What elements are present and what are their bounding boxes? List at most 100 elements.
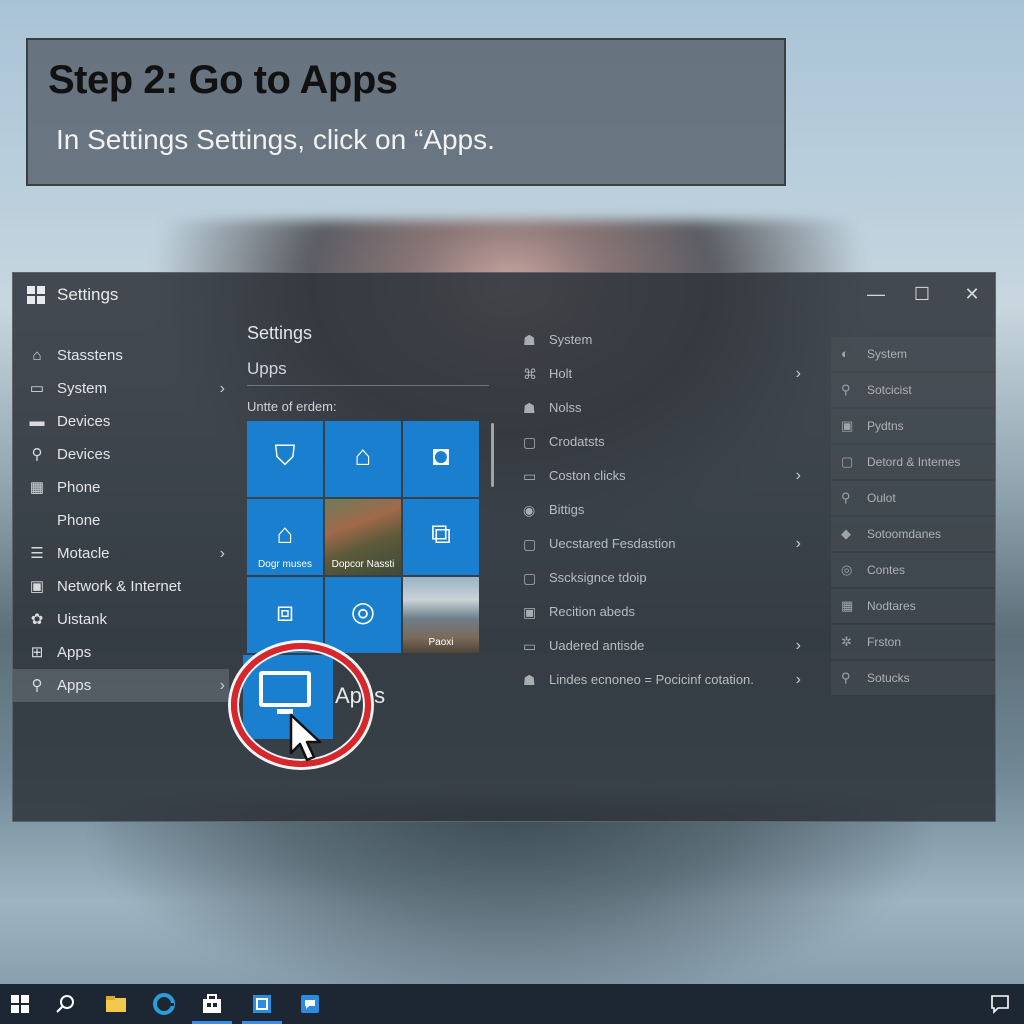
edge-browser-icon[interactable]: [152, 992, 176, 1016]
list-item[interactable]: ▢ Crodatsts: [519, 425, 799, 459]
sidebar-item-label: Apps: [57, 677, 92, 694]
app-tile[interactable]: ◘: [403, 421, 479, 497]
list-item-label: Lindes ecnoneo = Pocicinf cotation.: [549, 672, 754, 687]
sidebar-item-label: System: [57, 380, 108, 397]
start-button-icon[interactable]: [8, 992, 32, 1016]
chevron-right-icon: ›: [795, 637, 801, 654]
list-item-label: Bittigs: [549, 502, 585, 517]
app-tile-photo[interactable]: Dopcor Nassti: [325, 499, 401, 575]
sidebar-item[interactable]: ▬ Devices: [13, 405, 229, 438]
app-tile-photo[interactable]: Paoxi: [403, 577, 479, 653]
home-icon: ⌂: [32, 347, 42, 364]
phone-icon: ▦: [29, 479, 45, 496]
tile-caption: Dogr muses: [258, 559, 312, 570]
app-tile[interactable]: ⧈: [247, 577, 323, 653]
tile-caption: Paoxi: [428, 637, 454, 648]
chevron-right-icon: ›: [219, 380, 225, 397]
file-explorer-icon[interactable]: [104, 992, 128, 1016]
category-item[interactable]: ⚲ Sotucks: [831, 661, 995, 695]
category-label: Sotcicist: [867, 383, 912, 397]
sidebar-item-label: Phone: [57, 479, 101, 496]
monitor-icon: ⧉: [431, 518, 451, 549]
sidebar-item[interactable]: ▦ Phone: [13, 471, 229, 504]
banner-instruction: In Settings Settings, click on “Apps.: [56, 124, 495, 155]
list-item[interactable]: ▢ Sscksignce tdoip: [519, 561, 799, 595]
category-item[interactable]: ▣ Pydtns: [831, 409, 995, 443]
chevron-right-icon: ›: [795, 535, 801, 552]
settings-app-icon[interactable]: [250, 992, 274, 1016]
app-tile[interactable]: ⌂ Dogr muses: [247, 499, 323, 575]
sidebar-item[interactable]: ⊞ Apps: [13, 636, 229, 669]
list-item[interactable]: ☗ System: [519, 323, 799, 357]
notifications-icon[interactable]: [988, 992, 1012, 1016]
list-item-icon: ▭: [523, 468, 537, 484]
category-item[interactable]: ⚲ Sotcicist: [831, 373, 995, 407]
sidebar-item-label: Devices: [57, 413, 111, 430]
category-icon: ✲: [841, 634, 852, 649]
chevron-right-icon: ›: [795, 671, 801, 688]
personalization-icon: ✿: [30, 611, 44, 628]
list-item-label: Crodatsts: [549, 434, 605, 449]
list-item[interactable]: ☗ Lindes ecnoneo = Pocicinf cotation. ›: [519, 663, 801, 697]
list-item[interactable]: ▣ Recition abeds: [519, 595, 799, 629]
sidebar-item-apps-selected[interactable]: ⚲ Apps ›: [13, 669, 229, 702]
settings-list-column: ☗ System ⌘ Holt › ☗ Nolss ▢ Crodatsts ▭ Coston…: [519, 323, 801, 697]
app-tile-grid: ⛉ ⌂ ◘ ⌂ Dogr muses Dopcor Nassti ⧉ ⧈ ◎ Pa…: [247, 421, 483, 653]
app-tile[interactable]: ⧉: [403, 499, 479, 575]
sidebar-item[interactable]: ☰ Motacle ›: [13, 537, 229, 570]
messages-icon[interactable]: [298, 992, 322, 1016]
app-tile[interactable]: ⌂: [325, 421, 401, 497]
category-item[interactable]: ▦ Nodtares: [831, 589, 995, 623]
camera-icon: ◘: [432, 440, 450, 471]
category-icon: ⚲: [841, 490, 851, 505]
sidebar-item[interactable]: ✿ Uistank: [13, 603, 229, 636]
category-label: Nodtares: [867, 599, 916, 613]
sidebar-item[interactable]: ▣ Network & Internet: [13, 570, 229, 603]
sidebar-nav: ⌂ Stasstens ▭ System › ▬ Devices ⚲ Devices ▦ P…: [13, 339, 229, 702]
category-icon: ◎: [841, 562, 853, 577]
sidebar-item[interactable]: ⚲ Devices: [13, 438, 229, 471]
apps-icon: ⊞: [30, 644, 44, 661]
category-item[interactable]: ◐ System: [831, 337, 995, 371]
category-icon: ◐: [841, 346, 849, 361]
taskbar: [0, 984, 1024, 1024]
store-icon[interactable]: [200, 992, 224, 1016]
list-item[interactable]: ▢ Uecstared Fesdastion ›: [519, 527, 801, 561]
list-item[interactable]: ☗ Nolss: [519, 391, 799, 425]
sidebar-item[interactable]: ⌂ Stasstens: [13, 339, 229, 372]
list-item-label: Holt: [549, 366, 573, 381]
tile-caption: Dopcor Nassti: [331, 559, 395, 570]
search-icon[interactable]: [54, 992, 78, 1016]
maximize-button[interactable]: ☐: [907, 281, 937, 307]
close-button[interactable]: ✕: [957, 281, 987, 307]
camera-icon: ◎: [350, 596, 376, 627]
mouse-cursor-icon: [289, 713, 322, 762]
category-icon: ◆: [841, 526, 851, 541]
category-label: Oulot: [867, 491, 896, 505]
category-item[interactable]: ✲ Frston: [831, 625, 995, 659]
app-tile[interactable]: ◎: [325, 577, 401, 653]
divider: [247, 385, 489, 386]
sidebar-item[interactable]: Phone: [13, 504, 229, 537]
list-item[interactable]: ▭ Uadered antisde ›: [519, 629, 801, 663]
list-item[interactable]: ⌘ Holt ›: [519, 357, 801, 391]
sidebar-item-label: Apps: [57, 644, 92, 661]
scrollbar[interactable]: [491, 423, 494, 487]
list-item-icon: ▣: [523, 604, 537, 620]
category-label: Frston: [867, 635, 902, 649]
category-item[interactable]: ◆ Sotoomdanes: [831, 517, 995, 551]
list-item[interactable]: ◉ Bittigs: [519, 493, 799, 527]
list-item-icon: ◉: [523, 502, 536, 518]
list-item[interactable]: ▭ Coston clicks ›: [519, 459, 801, 493]
sidebar-item[interactable]: ▭ System ›: [13, 372, 229, 405]
category-label: Contes: [867, 563, 906, 577]
network-icon: ▣: [29, 578, 45, 595]
category-item[interactable]: ▢ Detord & Intemes: [831, 445, 995, 479]
app-tile[interactable]: ⛉: [247, 421, 323, 497]
category-item[interactable]: ⚲ Oulot: [831, 481, 995, 515]
minimize-button[interactable]: —: [861, 281, 891, 307]
category-icon: ⚲: [841, 670, 851, 685]
category-item[interactable]: ◎ Contes: [831, 553, 995, 587]
sidebar-item-label: Phone: [57, 512, 101, 529]
window-titlebar[interactable]: Settings — ☐ ✕: [13, 273, 995, 317]
